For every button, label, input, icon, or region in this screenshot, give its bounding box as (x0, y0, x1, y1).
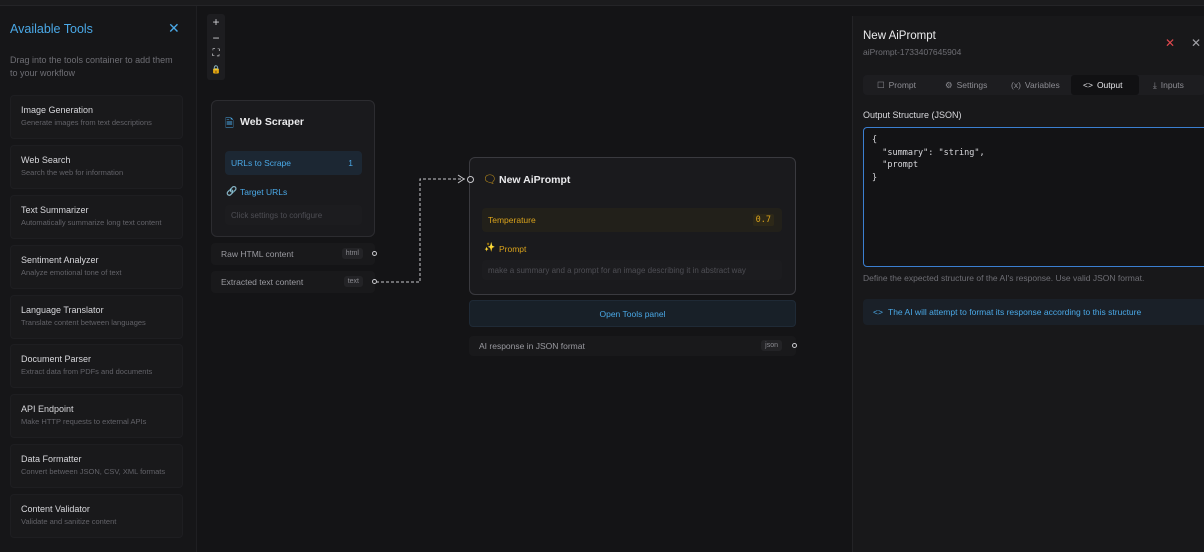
ai-prompt-node[interactable]: 🗨 New AiPrompt Temperature 0.7 ✨ Prompt … (467, 157, 796, 295)
output-handle[interactable] (372, 279, 377, 284)
node-id: aiPrompt-1733407645904 (863, 47, 962, 57)
output-handle[interactable] (372, 251, 377, 256)
help-text: Define the expected structure of the AI'… (863, 273, 1145, 283)
node-title: Web Scraper (240, 116, 304, 128)
prompt-label: Prompt (499, 244, 527, 254)
delete-icon[interactable]: ✕ (1165, 36, 1175, 50)
sparkle-icon: ✨ (484, 242, 496, 252)
tab-inputs[interactable]: ⤓ Inputs (1153, 75, 1184, 95)
open-tools-panel-button[interactable]: Open Tools panel (469, 300, 796, 327)
target-urls-link[interactable]: Target URLs (240, 187, 287, 197)
panel-title: New AiPrompt (863, 30, 936, 42)
node-settings-panel: New AiPrompt aiPrompt-1733407645904 ✕ ✕ … (852, 16, 1204, 552)
urls-count: 1 (348, 158, 353, 168)
code-icon: <> (873, 307, 883, 317)
output-handle[interactable] (792, 343, 797, 348)
web-scraper-node[interactable]: 🗎 Web Scraper URLs to Scrape 1 🔗 Target … (211, 100, 375, 237)
gear-icon: ⚙ (945, 80, 953, 90)
download-icon: ⤓ (1153, 80, 1157, 90)
output-port-row: AI response in JSON format json (469, 336, 797, 356)
urls-label: URLs to Scrape (231, 158, 291, 168)
prompt-preview[interactable]: make a summary and a prompt for an image… (482, 260, 782, 280)
link-icon: 🔗 (226, 186, 238, 196)
message-icon: ☐ (877, 80, 885, 90)
temperature-label: Temperature (488, 215, 536, 225)
tab-settings[interactable]: ⚙ Settings (945, 75, 987, 95)
output-type-badge: html (341, 248, 363, 259)
json-text: { "summary": "string", "prompt } (872, 135, 985, 183)
code-icon: <> (1083, 80, 1093, 90)
urls-field[interactable]: URLs to Scrape 1 (225, 151, 362, 175)
configure-hint[interactable]: Click settings to configure (225, 205, 362, 225)
panel-tabs: ☐ Prompt ⚙ Settings (x) Variables <> Output … (863, 75, 1204, 95)
variable-icon: (x) (1011, 80, 1021, 90)
json-editor[interactable]: { "summary": "string", "prompt } (863, 127, 1204, 267)
output-label: Raw HTML content (221, 249, 294, 259)
configure-hint-text: Click settings to configure (231, 211, 323, 220)
document-icon: 🗎 (225, 118, 234, 130)
close-icon[interactable]: ✕ (1191, 36, 1201, 50)
workflow-editor: Available Tools ✕ Drag into the tools co… (0, 0, 1204, 552)
output-type-badge: text (343, 276, 363, 287)
tab-prompt[interactable]: ☐ Prompt (877, 75, 916, 95)
temperature-value: 0.7 (752, 214, 774, 226)
tab-label: Settings (956, 80, 988, 90)
output-label: Extracted text content (221, 277, 304, 287)
open-tools-label: Open Tools panel (599, 309, 666, 319)
info-note-text: The AI will attempt to format its respon… (888, 307, 1142, 317)
tab-label: Inputs (1160, 80, 1184, 90)
tab-label: Output (1096, 80, 1123, 90)
temperature-field[interactable]: Temperature 0.7 (482, 208, 782, 232)
prompt-text: make a summary and a prompt for an image… (488, 266, 746, 275)
output-type-badge: json (761, 340, 782, 351)
output-label: AI response in JSON format (479, 341, 585, 351)
output-port-row: Raw HTML content html (211, 243, 377, 265)
message-icon: 🗨 (483, 174, 497, 186)
info-note: <> The AI will attempt to format its res… (863, 299, 1204, 325)
tab-output[interactable]: <> Output (1071, 75, 1139, 95)
node-title: New AiPrompt (499, 174, 571, 186)
tab-label: Variables (1024, 80, 1060, 90)
output-port-row: Extracted text content text (211, 271, 377, 293)
section-label: Output Structure (JSON) (863, 110, 962, 120)
tab-label: Prompt (888, 80, 917, 90)
tab-variables[interactable]: (x) Variables (1011, 75, 1060, 95)
input-handle[interactable] (467, 176, 474, 183)
